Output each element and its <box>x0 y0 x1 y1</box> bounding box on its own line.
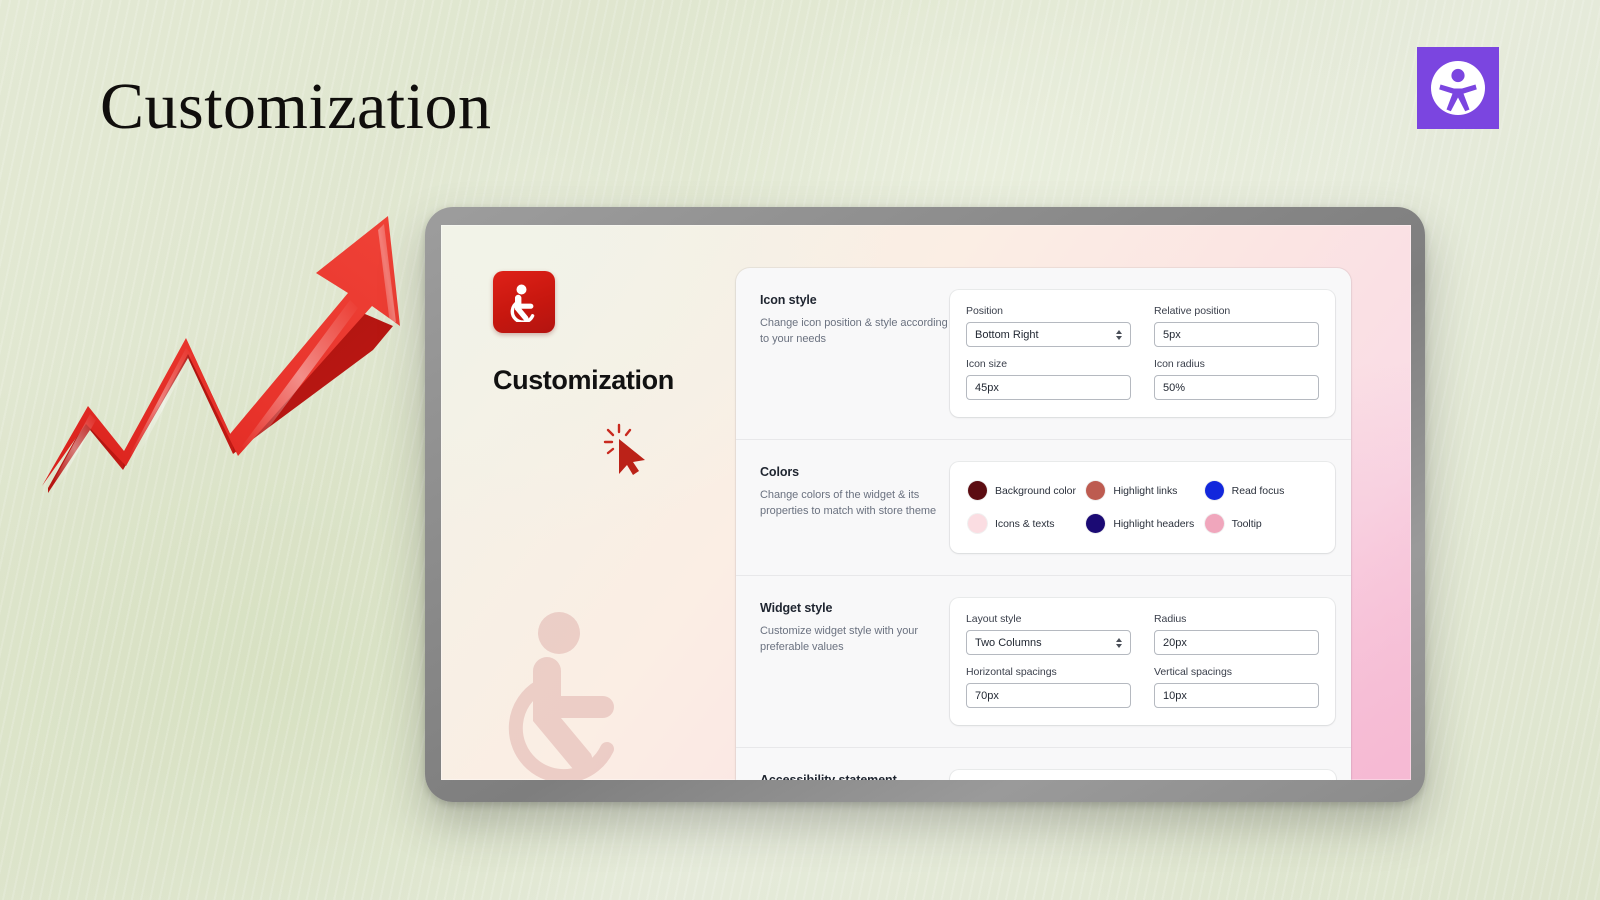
section-meta: Colors Change colors of the widget & its… <box>736 462 950 553</box>
icon-size-value: 45px <box>975 381 999 394</box>
horizontal-spacings-input[interactable]: 70px <box>966 683 1131 708</box>
page-title: Customization <box>100 70 492 143</box>
field-icon-radius: Icon radius 50% <box>1154 358 1319 400</box>
click-cursor-icon <box>603 421 655 477</box>
hero-title: Customization <box>493 365 674 395</box>
icon-radius-value: 50% <box>1163 381 1186 394</box>
section-title: Colors <box>760 465 799 479</box>
field-label: Relative position <box>1154 305 1231 317</box>
section-accessibility-statement: Accessibility statement Set your custom … <box>736 748 1351 780</box>
vertical-spacings-value: 10px <box>1163 689 1187 702</box>
section-description: Change icon position & style according t… <box>760 317 948 345</box>
section-icon-style: Icon style Change icon position & style … <box>736 268 1351 440</box>
color-item[interactable]: Highlight links <box>1086 481 1198 500</box>
position-select-value: Bottom Right <box>975 328 1039 341</box>
accessibility-person-icon <box>1431 61 1485 115</box>
icon-radius-input[interactable]: 50% <box>1154 375 1319 400</box>
color-label: Background color <box>995 484 1076 497</box>
relative-position-value: 5px <box>1163 328 1181 341</box>
accessibility-badge <box>1417 47 1499 129</box>
field-radius: Radius 20px <box>1154 613 1319 655</box>
field-relative-position: Relative position 5px <box>1154 305 1319 347</box>
radius-input[interactable]: 20px <box>1154 630 1319 655</box>
color-swatch[interactable] <box>1204 514 1224 533</box>
field-label: Icon radius <box>1154 358 1205 370</box>
color-swatch[interactable] <box>1086 481 1106 500</box>
section-body: Show accessibility statement link Develo… <box>950 770 1337 780</box>
section-description: Change colors of the widget & its proper… <box>760 489 937 517</box>
section-body: Layout style Two Columns Radius 20px Hor… <box>950 598 1335 725</box>
field-position: Position Bottom Right <box>966 305 1131 347</box>
device-screen: Customization Icon style Change icon pos… <box>441 225 1411 780</box>
settings-card: Icon style Change icon position & style … <box>736 268 1351 780</box>
layout-style-value: Two Columns <box>975 636 1042 649</box>
chevron-updown-icon <box>1116 637 1122 648</box>
color-item[interactable]: Highlight headers <box>1086 514 1198 533</box>
field-vertical-spacings: Vertical spacings 10px <box>1154 666 1319 708</box>
wheelchair-watermark-icon <box>481 605 671 780</box>
color-label: Highlight links <box>1113 484 1178 497</box>
field-label: Vertical spacings <box>1154 666 1232 678</box>
field-layout-style: Layout style Two Columns <box>966 613 1131 655</box>
section-meta: Icon style Change icon position & style … <box>736 290 950 417</box>
layout-style-select[interactable]: Two Columns <box>966 630 1131 655</box>
growth-arrow <box>28 198 418 498</box>
chevron-updown-icon <box>1116 329 1122 340</box>
color-label: Highlight headers <box>1113 517 1195 530</box>
color-item[interactable]: Read focus <box>1204 481 1317 500</box>
section-body: Background color Highlight links Read fo… <box>950 462 1335 553</box>
color-label: Tooltip <box>1231 517 1262 530</box>
color-swatch[interactable] <box>1204 481 1224 500</box>
section-title: Icon style <box>760 293 817 307</box>
color-swatch[interactable] <box>968 514 987 533</box>
section-widget-style: Widget style Customize widget style with… <box>736 576 1351 748</box>
color-item[interactable]: Tooltip <box>1204 514 1317 533</box>
field-horizontal-spacings: Horizontal spacings 70px <box>966 666 1131 708</box>
horizontal-spacings-value: 70px <box>975 689 999 702</box>
field-label: Layout style <box>966 613 1022 625</box>
field-label: Horizontal spacings <box>966 666 1057 678</box>
color-label: Read focus <box>1231 484 1285 497</box>
section-body: Position Bottom Right Relative position … <box>950 290 1335 417</box>
color-label: Icons & texts <box>995 517 1055 530</box>
icon-size-input[interactable]: 45px <box>966 375 1131 400</box>
field-label: Radius <box>1154 613 1187 625</box>
field-label: Icon size <box>966 358 1007 370</box>
hero-panel: Customization <box>441 225 736 780</box>
color-item[interactable]: Background color <box>968 481 1080 500</box>
section-colors: Colors Change colors of the widget & its… <box>736 440 1351 576</box>
color-swatch[interactable] <box>1086 514 1106 533</box>
field-label: Position <box>966 305 1003 317</box>
vertical-spacings-input[interactable]: 10px <box>1154 683 1319 708</box>
section-meta: Accessibility statement Set your custom … <box>736 770 950 780</box>
color-swatch[interactable] <box>968 481 987 500</box>
radius-value: 20px <box>1163 636 1187 649</box>
device-frame: Customization Icon style Change icon pos… <box>425 207 1425 802</box>
section-meta: Widget style Customize widget style with… <box>736 598 950 725</box>
color-item[interactable]: Icons & texts <box>968 514 1080 533</box>
field-icon-size: Icon size 45px <box>966 358 1131 400</box>
section-title: Widget style <box>760 601 833 615</box>
section-description: Customize widget style with your prefera… <box>760 625 918 653</box>
wheelchair-logo-icon <box>493 271 555 333</box>
section-title: Accessibility statement <box>760 773 897 780</box>
relative-position-input[interactable]: 5px <box>1154 322 1319 347</box>
position-select[interactable]: Bottom Right <box>966 322 1131 347</box>
